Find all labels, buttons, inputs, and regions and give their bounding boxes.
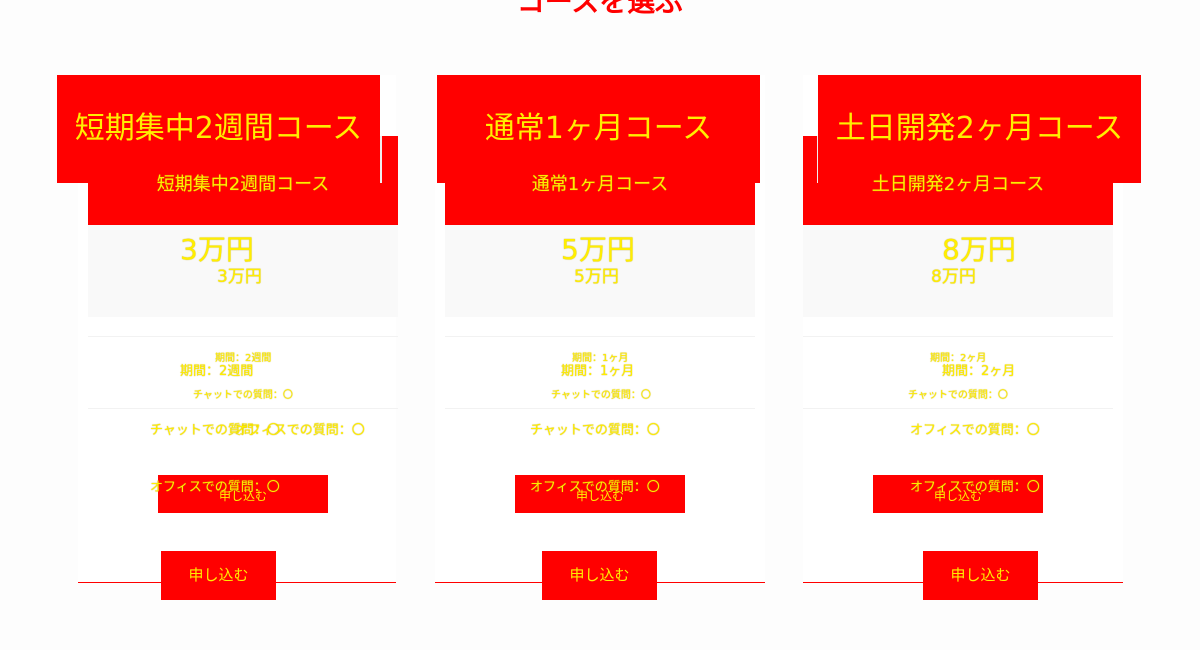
chat-small: チャットでの質問：〇 [551, 390, 651, 401]
price: 8万円 [931, 267, 976, 287]
course-title: 短期集中2週間コース [57, 75, 380, 183]
course-name: 土日開発2ヶ月コース [871, 174, 1045, 195]
office-question: オフィスでの質問：〇 [150, 480, 280, 495]
price: 3万円 [217, 267, 262, 287]
period: 期間：2週間 [180, 364, 254, 379]
divider [803, 408, 1113, 409]
office-question: オフィスでの質問：〇 [530, 480, 660, 495]
chat-small: チャットでの質問：〇 [193, 390, 293, 401]
chat-question: チャットでの質問：〇 [530, 423, 660, 438]
price: 5万円 [574, 267, 619, 287]
course-name: 短期集中2週間コース [156, 174, 330, 195]
apply-button[interactable]: 申し込む [923, 551, 1038, 600]
period: 期間：1ヶ月 [561, 364, 635, 379]
course-title: 通常1ヶ月コース [437, 75, 760, 183]
divider [88, 408, 398, 409]
period: 期間：2ヶ月 [942, 364, 1016, 379]
apply-button[interactable]: 申し込む [542, 551, 657, 600]
office-question-mid: オフィスでの質問：〇 [910, 423, 1040, 438]
office-question-overlap: オフィスでの質問：〇 [235, 423, 365, 438]
divider [88, 336, 398, 337]
chat-small: チャットでの質問：〇 [908, 390, 1008, 401]
page-title: コースを選ぶ [516, 0, 684, 18]
office-question: オフィスでの質問：〇 [910, 480, 1040, 495]
divider [803, 336, 1113, 337]
course-name: 通常1ヶ月コース [531, 174, 669, 195]
divider [445, 336, 755, 337]
divider [445, 408, 755, 409]
course-title: 土日開発2ヶ月コース [818, 75, 1141, 183]
apply-button[interactable]: 申し込む [161, 551, 276, 600]
